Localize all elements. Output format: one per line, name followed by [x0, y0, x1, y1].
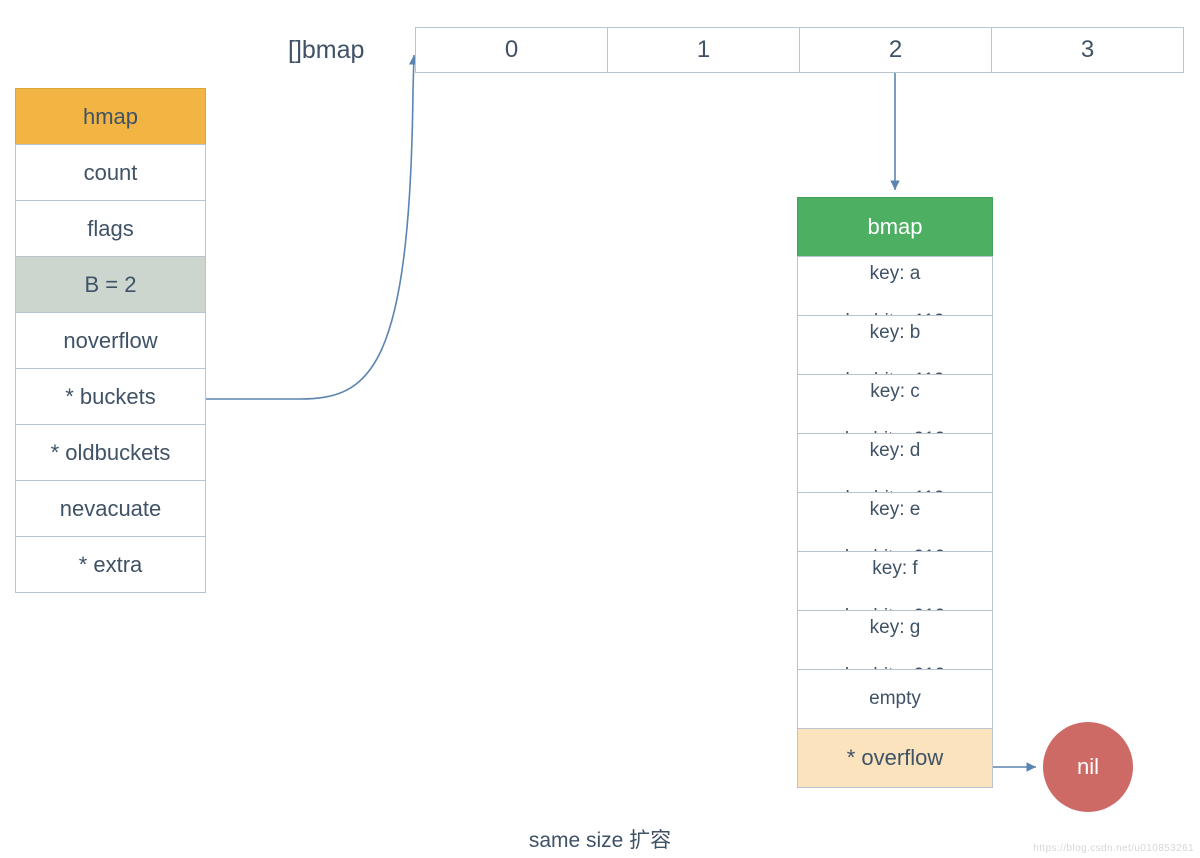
array-cell-0: 0	[415, 27, 608, 73]
array-cell-1: 1	[607, 27, 800, 73]
hmap-field-flags: flags	[15, 200, 206, 257]
bmap-entry-e-key: key: e	[870, 499, 921, 520]
hmap-field-b: B = 2	[15, 256, 206, 313]
nil-node: nil	[1043, 722, 1133, 812]
hmap-field-buckets: * buckets	[15, 368, 206, 425]
hmap-title: hmap	[15, 88, 206, 145]
watermark: https://blog.csdn.net/u010853261	[1033, 843, 1194, 854]
hmap-field-nevacuate: nevacuate	[15, 480, 206, 537]
bmap-entry-a-key: key: a	[870, 263, 921, 284]
bmap-array-label: []bmap	[288, 36, 364, 65]
diagram-canvas: []bmap 0123 hmap count flags B = 2 nover…	[0, 0, 1200, 858]
hmap-field-oldbuckets: * oldbuckets	[15, 424, 206, 481]
array-cell-3: 3	[991, 27, 1184, 73]
bmap-entry-f-key: key: f	[872, 558, 917, 579]
bmap-overflow-row: * overflow	[797, 728, 993, 788]
bmap-bucket: bmap key: a lowbits: 110 key: b lowbits:…	[797, 197, 993, 788]
bmap-entry-empty: empty	[797, 669, 993, 729]
diagram-caption: same size 扩容	[0, 824, 1200, 854]
link-buckets-to-array	[206, 55, 414, 399]
array-cell-2: 2	[799, 27, 992, 73]
bmap-entry-c-key: key: c	[870, 381, 920, 402]
hmap-field-extra: * extra	[15, 536, 206, 593]
bmap-array: 0123	[415, 27, 1184, 73]
bmap-entry-g: key: g lowbits: 010	[797, 610, 993, 670]
bmap-entry-g-key: key: g	[870, 617, 921, 638]
hmap-field-noverflow: noverflow	[15, 312, 206, 369]
hmap-struct: hmap count flags B = 2 noverflow * bucke…	[15, 88, 206, 593]
hmap-field-count: count	[15, 144, 206, 201]
bmap-entry-d-key: key: d	[870, 440, 921, 461]
bmap-entry-b-key: key: b	[870, 322, 921, 343]
